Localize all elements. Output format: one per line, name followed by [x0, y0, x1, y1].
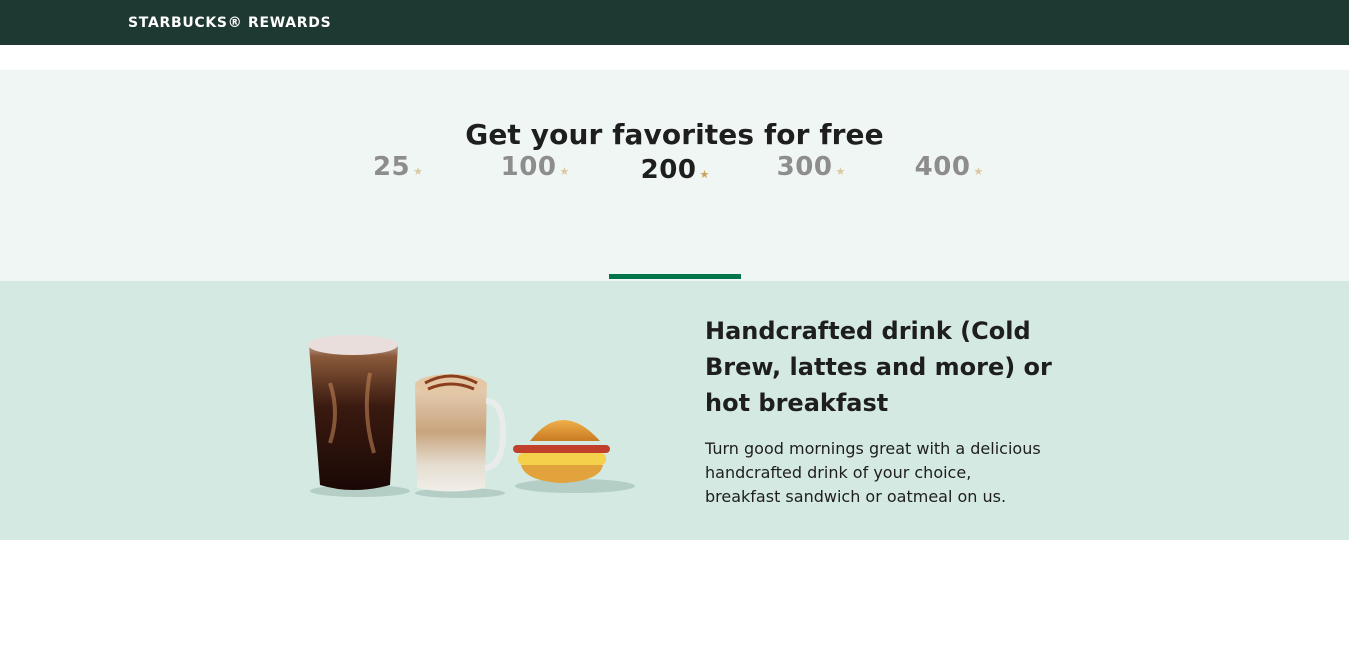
star-icon: ★	[699, 168, 710, 181]
star-icon: ★	[559, 165, 570, 178]
tier-value: 200	[640, 155, 697, 185]
active-tab-indicator	[609, 274, 741, 279]
reward-items-image	[308, 335, 635, 498]
tier-value: 25	[372, 152, 411, 182]
star-icon: ★	[973, 165, 984, 178]
tier-value: 400	[914, 152, 971, 182]
page-title: Get your favorites for free	[465, 118, 884, 151]
reward-title: Handcrafted drink (Cold Brew, lattes and…	[705, 317, 1052, 417]
top-nav-bar: STARBUCKS® REWARDS	[0, 0, 1349, 45]
tab-300-stars[interactable]: 300 ★	[768, 152, 854, 212]
tier-value: 300	[776, 152, 833, 182]
tab-200-stars[interactable]: 200 ★	[609, 155, 741, 215]
brand-title[interactable]: STARBUCKS® REWARDS	[128, 15, 331, 31]
reward-description: Turn good mornings great with a deliciou…	[705, 439, 1041, 506]
tab-100-stars[interactable]: 100 ★	[492, 152, 578, 212]
tab-25-stars[interactable]: 25 ★	[360, 152, 436, 212]
star-icon: ★	[413, 165, 424, 178]
reward-panel: Handcrafted drink (Cold Brew, lattes and…	[0, 281, 1349, 540]
star-icon: ★	[835, 165, 846, 178]
tab-400-stars[interactable]: 400 ★	[906, 152, 992, 212]
tier-value: 100	[500, 152, 557, 182]
